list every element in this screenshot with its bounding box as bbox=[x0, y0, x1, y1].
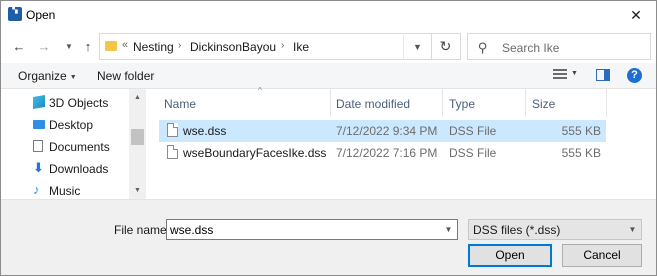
sidebar-item-documents[interactable]: Documents bbox=[1, 136, 131, 158]
back-button[interactable]: ← bbox=[11, 38, 27, 54]
3d-objects-icon bbox=[33, 94, 45, 110]
forward-button[interactable]: → bbox=[36, 38, 52, 54]
up-button[interactable]: ↑ bbox=[80, 38, 96, 54]
window-title: Open bbox=[26, 8, 56, 22]
breadcrumb-separator-icon[interactable]: › bbox=[178, 40, 181, 51]
sidebar-item-3d-objects[interactable]: 3D Objects bbox=[1, 92, 131, 114]
column-header-name[interactable]: ^ Name bbox=[164, 86, 330, 117]
help-button[interactable]: ? bbox=[627, 68, 642, 83]
desktop-icon bbox=[33, 120, 45, 129]
new-folder-button[interactable]: New folder bbox=[97, 69, 154, 83]
sidebar-item-label: 3D Objects bbox=[49, 96, 109, 110]
title-bar: ▚ Open ✕ bbox=[1, 1, 656, 29]
chevron-down-icon: ▼ bbox=[628, 225, 637, 234]
organize-label: Organize bbox=[18, 69, 67, 83]
chevron-down-icon: ▼ bbox=[69, 74, 77, 81]
file-icon bbox=[167, 123, 178, 137]
recent-locations-button[interactable]: ▼ bbox=[61, 38, 77, 54]
sidebar-item-label: Documents bbox=[49, 140, 110, 154]
sidebar-item-desktop[interactable]: Desktop bbox=[1, 114, 131, 136]
address-bar[interactable]: « Nesting › DickinsonBayou › Ike bbox=[99, 33, 432, 60]
app-icon: ▚ bbox=[8, 7, 22, 21]
dialog-footer: File name: wse.dss ▼ DSS files (*.dss) ▼… bbox=[1, 199, 656, 275]
cancel-button[interactable]: Cancel bbox=[562, 244, 642, 267]
change-view-button[interactable] bbox=[553, 69, 567, 81]
file-list: ^ Name Date modified Type Size wse.dss 7… bbox=[147, 86, 656, 199]
chevron-down-icon: ▼ bbox=[65, 41, 73, 51]
close-button[interactable]: ✕ bbox=[616, 1, 656, 29]
breadcrumb-dickinsonbayou[interactable]: DickinsonBayou bbox=[190, 40, 276, 54]
breadcrumb-overflow[interactable]: « bbox=[122, 39, 128, 51]
organize-button[interactable]: Organize ▼ bbox=[18, 69, 77, 83]
column-header-type[interactable]: Type bbox=[449, 89, 529, 117]
navigation-pane: 3D Objects Desktop Documents ⬇ Downloads… bbox=[1, 89, 147, 199]
file-name: wse.dss bbox=[183, 124, 227, 138]
sort-ascending-icon: ^ bbox=[258, 86, 262, 95]
refresh-icon: ↻ bbox=[439, 38, 452, 54]
sidebar-item-label: Music bbox=[49, 184, 81, 198]
column-header-date[interactable]: Date modified bbox=[336, 89, 440, 117]
search-input[interactable]: ⚲ Search Ike bbox=[467, 33, 651, 60]
breadcrumb-ike[interactable]: Ike bbox=[293, 40, 309, 54]
sidebar-item-label: Downloads bbox=[49, 162, 109, 176]
file-name-value[interactable]: wse.dss bbox=[170, 223, 213, 237]
folder-icon bbox=[105, 41, 117, 51]
refresh-button[interactable]: ↻ bbox=[431, 33, 461, 60]
downloads-icon: ⬇ bbox=[33, 160, 44, 175]
search-placeholder: Search Ike bbox=[502, 41, 560, 55]
arrow-left-icon: ← bbox=[12, 38, 26, 54]
command-bar: Organize ▼ New folder ▼ ? bbox=[1, 63, 656, 89]
preview-pane-button[interactable] bbox=[596, 69, 610, 81]
sidebar-item-label: Desktop bbox=[49, 118, 94, 132]
file-type: DSS File bbox=[449, 146, 497, 160]
music-icon: ♪ bbox=[33, 182, 40, 197]
column-divider[interactable] bbox=[330, 89, 331, 117]
documents-icon bbox=[33, 140, 43, 152]
chevron-down-icon: ▼ bbox=[413, 41, 422, 52]
navigation-pane-scrollbar[interactable]: ▲ ▼ bbox=[129, 89, 146, 199]
breadcrumb-separator-icon[interactable]: › bbox=[281, 40, 284, 51]
file-name-input[interactable]: wse.dss ▼ bbox=[166, 219, 458, 240]
open-button[interactable]: Open bbox=[468, 244, 552, 267]
arrow-up-icon: ↑ bbox=[84, 38, 92, 54]
file-name-label: File name: bbox=[114, 223, 171, 237]
column-header-label: Name bbox=[164, 97, 197, 111]
chevron-down-icon[interactable]: ▼ bbox=[440, 220, 457, 239]
arrow-right-icon: → bbox=[37, 38, 51, 54]
address-history-dropdown[interactable]: ▼ bbox=[403, 33, 431, 60]
file-type-filter-value: DSS files (*.dss) bbox=[473, 223, 561, 237]
scroll-down-icon[interactable]: ▼ bbox=[129, 182, 146, 199]
scrollbar-thumb[interactable] bbox=[131, 129, 144, 145]
search-icon: ⚲ bbox=[478, 40, 488, 55]
navigation-bar: ← → ▼ ↑ « Nesting › DickinsonBayou › Ike… bbox=[1, 29, 656, 63]
view-options-dropdown[interactable]: ▼ bbox=[571, 70, 578, 77]
open-dialog: ▚ Open ✕ ← → ▼ ↑ « Nesting › DickinsonBa… bbox=[0, 0, 657, 276]
sidebar-item-downloads[interactable]: ⬇ Downloads bbox=[1, 158, 131, 180]
file-name: wseBoundaryFacesIke.dss bbox=[183, 146, 327, 160]
column-divider[interactable] bbox=[606, 89, 607, 117]
file-type: DSS File bbox=[449, 124, 497, 138]
file-icon bbox=[167, 145, 178, 159]
file-row-selected[interactable]: wse.dss 7/12/2022 9:34 PM DSS File 555 K… bbox=[159, 120, 606, 142]
file-date: 7/12/2022 9:34 PM bbox=[336, 124, 438, 138]
close-icon: ✕ bbox=[630, 6, 642, 23]
scroll-up-icon[interactable]: ▲ bbox=[129, 89, 146, 106]
file-row[interactable]: wseBoundaryFacesIke.dss 7/12/2022 7:16 P… bbox=[159, 142, 606, 164]
column-header-size[interactable]: Size bbox=[532, 89, 602, 117]
file-size: 555 KB bbox=[561, 146, 601, 160]
file-date: 7/12/2022 7:16 PM bbox=[336, 146, 438, 160]
column-divider[interactable] bbox=[442, 89, 443, 117]
file-type-filter[interactable]: DSS files (*.dss) ▼ bbox=[468, 219, 642, 240]
file-size: 555 KB bbox=[561, 124, 601, 138]
breadcrumb-nesting[interactable]: Nesting bbox=[133, 40, 174, 54]
column-divider[interactable] bbox=[525, 89, 526, 117]
